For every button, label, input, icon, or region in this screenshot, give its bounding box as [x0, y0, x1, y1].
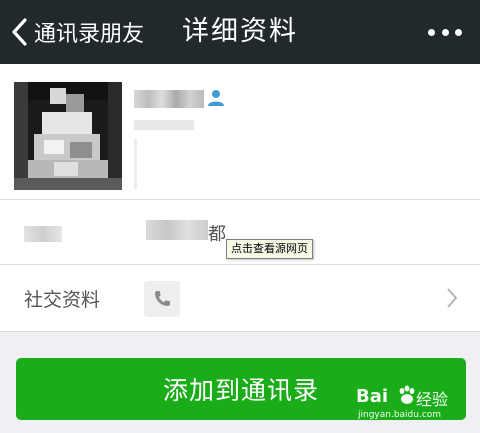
profile-card	[0, 64, 480, 200]
region-label-blurred	[24, 226, 62, 242]
top-navigation-bar: 通讯录朋友 详细资料	[0, 0, 480, 64]
contact-person-icon	[208, 90, 224, 106]
more-button[interactable]	[428, 22, 462, 42]
watermark-jingyan: 经验	[416, 390, 449, 409]
watermark-brand: Bai	[356, 386, 389, 407]
region-value-blurred	[146, 220, 208, 240]
region-value-char: 都	[208, 224, 226, 245]
social-profile-label: 社交资料	[24, 289, 101, 311]
more-dots-icon	[441, 28, 449, 36]
wechat-id-blurred	[134, 120, 194, 130]
back-label: 通讯录朋友	[34, 22, 145, 47]
more-dots-icon	[455, 28, 462, 36]
baidu-jingyan-watermark: Bai 经验 jingyan.baidu.com	[356, 384, 454, 424]
social-profile-row[interactable]: 社交资料	[0, 265, 480, 332]
page-title: 详细资料	[182, 16, 298, 47]
back-button[interactable]: 通讯录朋友	[10, 14, 144, 50]
phone-icon	[144, 281, 180, 317]
watermark-url: jingyan.baidu.com	[358, 410, 442, 420]
nickname-blurred	[134, 90, 204, 108]
chevron-right-icon	[447, 288, 458, 308]
chevron-left-icon	[12, 18, 27, 46]
avatar[interactable]	[14, 82, 122, 190]
source-tooltip: 点击查看源网页	[226, 239, 313, 259]
info-blurred	[134, 139, 137, 189]
paw-logo-icon	[399, 385, 415, 404]
more-dots-icon	[428, 28, 435, 36]
